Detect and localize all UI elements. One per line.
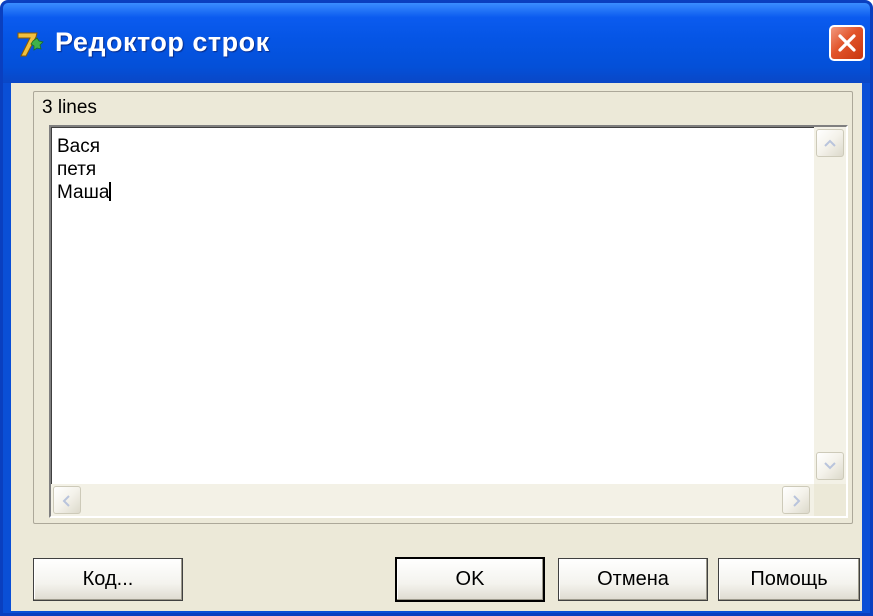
memo-line: Вася — [57, 136, 101, 157]
line-count-label: 3 lines — [42, 97, 97, 118]
app-icon — [15, 29, 45, 59]
close-button[interactable] — [829, 25, 865, 61]
memo-line-with-caret: Маша — [57, 181, 112, 204]
scroll-down-arrow-icon — [824, 462, 836, 470]
cancel-button[interactable]: Отмена — [558, 558, 708, 601]
text-caret — [109, 182, 112, 201]
vertical-scrollbar[interactable] — [814, 127, 846, 484]
scroll-right-arrow-icon — [793, 495, 801, 507]
memo-line-text: Маша — [57, 182, 110, 203]
scroll-down-button[interactable] — [816, 452, 844, 480]
ok-button[interactable]: OK — [395, 557, 545, 602]
scroll-left-arrow-icon — [62, 495, 70, 507]
horizontal-scrollbar[interactable] — [51, 484, 814, 516]
window-title: Редоктор строк — [55, 27, 270, 57]
lines-memo-editor[interactable]: Вася петя Маша — [49, 125, 848, 518]
help-button[interactable]: Помощь — [718, 558, 860, 601]
scroll-left-button[interactable] — [53, 486, 81, 514]
string-editor-window: Редоктор строк 3 lines Вася петя Маша Ко… — [0, 0, 873, 616]
code-button[interactable]: Код... — [33, 558, 183, 601]
dialog-client-area: 3 lines Вася петя Маша Код... OK Отмена … — [11, 83, 862, 611]
scroll-right-button[interactable] — [782, 486, 810, 514]
memo-text[interactable]: Вася петя Маша — [57, 135, 112, 204]
title-bar[interactable]: Редоктор строк — [3, 3, 870, 83]
memo-line: петя — [57, 159, 97, 180]
scroll-up-button[interactable] — [816, 129, 844, 157]
close-icon — [838, 34, 856, 52]
scrollbar-corner — [814, 484, 846, 516]
scroll-up-arrow-icon — [824, 139, 836, 147]
